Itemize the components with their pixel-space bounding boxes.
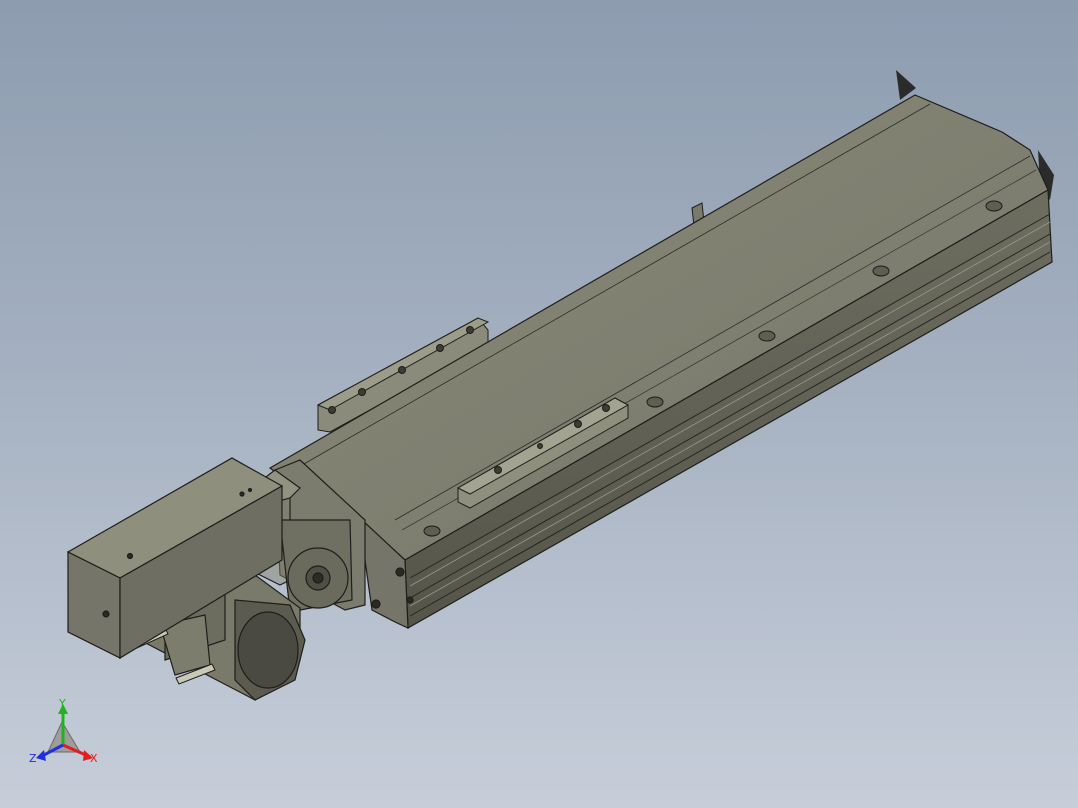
- z-axis-label: Z: [29, 752, 37, 765]
- linear-actuator-body[interactable]: [268, 94, 1053, 630]
- x-axis-label: X: [90, 752, 98, 765]
- cad-viewport[interactable]: Y X Z: [0, 0, 1078, 808]
- model-canvas[interactable]: Y X Z: [0, 0, 1078, 808]
- orientation-triad[interactable]: Y X Z: [29, 697, 98, 765]
- y-axis-label: Y: [58, 697, 66, 710]
